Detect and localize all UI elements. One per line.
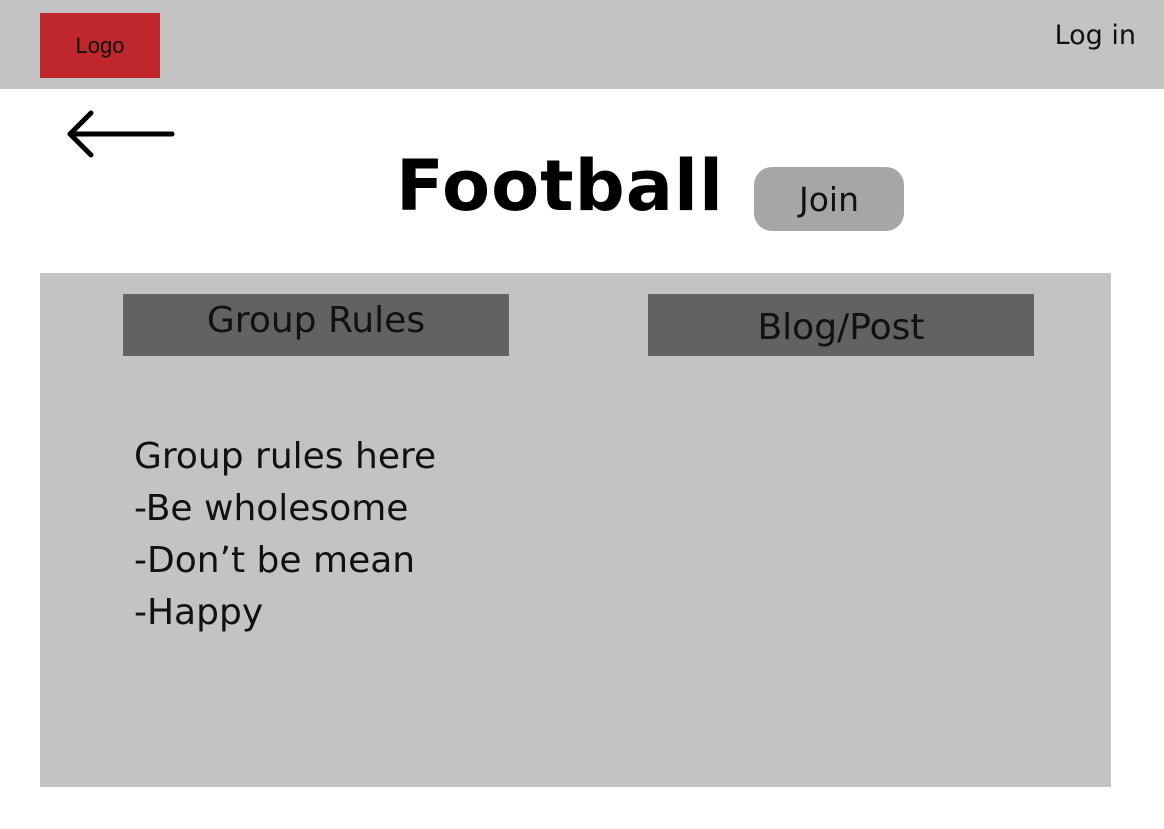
tab-group-rules[interactable]: Group Rules (123, 294, 509, 356)
tab-blog-post[interactable]: Blog/Post (648, 294, 1034, 356)
back-button[interactable] (64, 108, 178, 162)
page-title: Football (396, 145, 724, 227)
logo-label: Logo (75, 32, 125, 58)
tab-group-rules-label: Group Rules (206, 299, 426, 341)
rules-line: Group rules here (134, 436, 437, 477)
arrow-left-icon (67, 110, 175, 158)
join-label: Join (798, 179, 859, 219)
top-bar: Logo Log in (0, 0, 1164, 89)
content-panel: Group Rules Blog/Post Group rules here -… (40, 273, 1111, 787)
join-button[interactable]: Join (754, 167, 904, 231)
rules-line: -Happy (134, 592, 264, 633)
rules-line: -Be wholesome (134, 488, 409, 529)
login-link[interactable]: Log in (1055, 20, 1136, 51)
group-rules-list: Group rules here -Be wholesome -Don’t be… (134, 431, 436, 639)
logo[interactable]: Logo (40, 13, 160, 78)
rules-line: -Don’t be mean (134, 540, 416, 581)
page: Logo Log in Football Join Group Rules Bl… (0, 0, 1164, 829)
tab-blog-post-label: Blog/Post (757, 306, 925, 348)
